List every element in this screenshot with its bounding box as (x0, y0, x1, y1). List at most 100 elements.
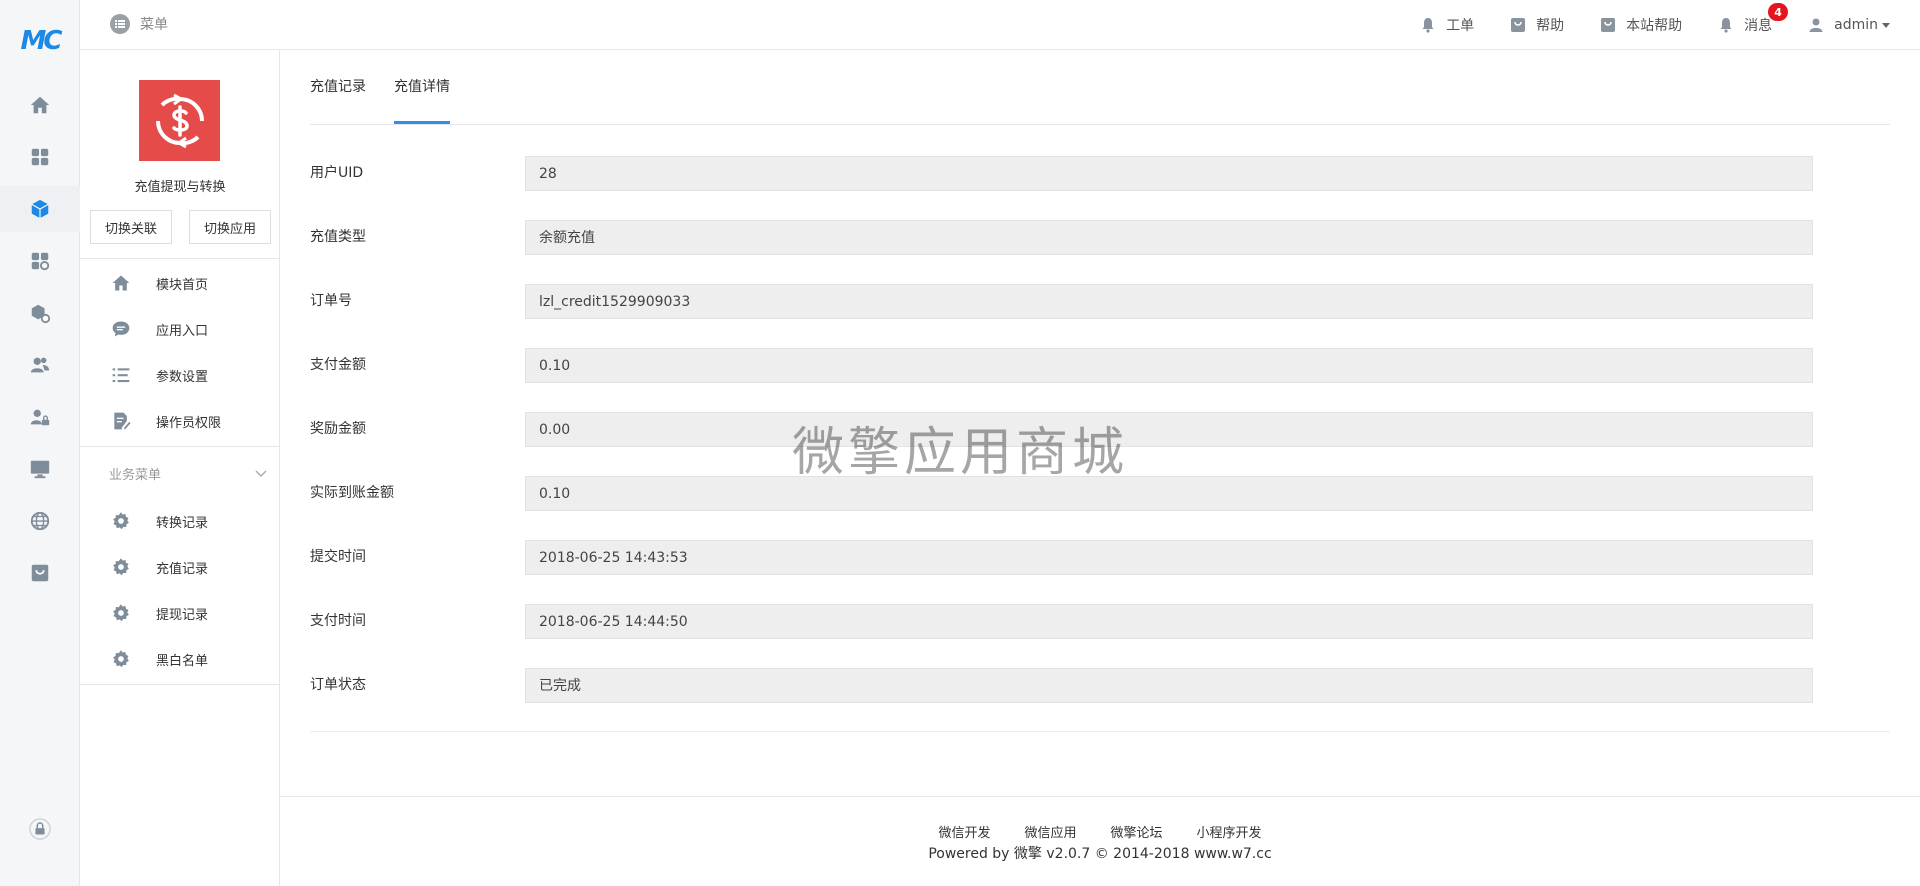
rail-home[interactable] (0, 82, 80, 128)
user-menu[interactable]: admin (1808, 17, 1890, 33)
main-content: 充值记录 充值详情 用户UID 28 充值类型 余额充值 订单号 lzl_cre… (280, 50, 1920, 886)
home-icon (30, 96, 50, 114)
field-payment-amount: 支付金额 0.10 (310, 348, 1840, 383)
home-icon (110, 272, 132, 294)
icon-rail: MC (0, 0, 80, 886)
form-divider (310, 731, 1890, 732)
nav-ticket-label: 工单 (1446, 18, 1475, 34)
rail-apps-settings[interactable] (0, 238, 80, 284)
rail-modules[interactable] (0, 186, 80, 232)
nav-help[interactable]: 帮助 (1510, 15, 1564, 35)
field-value: 已完成 (525, 668, 1813, 703)
sidebar-item-module-home[interactable]: 模块首页 (80, 260, 280, 306)
app-name: 充值提现与转换 (134, 180, 226, 195)
switch-app-button[interactable]: 切换应用 (189, 210, 271, 244)
nav-messages-label: 消息 (1744, 18, 1773, 34)
rail-cube-settings[interactable] (0, 290, 80, 336)
footer-links: 微信开发 微信应用 微擎论坛 小程序开发 (280, 822, 1920, 841)
rail-system[interactable] (0, 446, 80, 492)
nav-ticket[interactable]: 工单 (1420, 15, 1474, 35)
sidebar-item-app-entry[interactable]: 应用入口 (80, 306, 280, 352)
field-recharge-type: 充值类型 余额充值 (310, 220, 1840, 255)
sidebar-item-convert-records[interactable]: 转换记录 (80, 498, 280, 544)
cube-settings-icon (31, 304, 51, 324)
field-label: 订单号 (310, 293, 352, 309)
rail-store[interactable] (0, 550, 80, 596)
tab-recharge-details[interactable]: 充值详情 (394, 49, 450, 124)
tab-recharge-records[interactable]: 充值记录 (310, 49, 366, 124)
field-label: 用户UID (310, 165, 364, 181)
nav-messages[interactable]: 消息 4 (1718, 3, 1789, 35)
field-value: lzl_credit1529909033 (525, 284, 1813, 319)
field-label: 提交时间 (310, 549, 366, 565)
rail-site[interactable] (0, 498, 80, 544)
sidebar-item-settings[interactable]: 参数设置 (80, 352, 280, 398)
top-bar: 菜单 工单 帮助 本站帮助 消息 4 admin (80, 0, 1920, 50)
switch-link-button[interactable]: 切换关联 (90, 210, 172, 244)
section-title: 业务菜单 (109, 467, 162, 483)
sidebar-item-label: 充值记录 (156, 561, 209, 577)
shop-icon (31, 564, 49, 582)
field-value: 2018-06-25 14:43:53 (525, 540, 1813, 575)
field-order-status: 订单状态 已完成 (310, 668, 1840, 703)
field-label: 支付金额 (310, 357, 366, 373)
lock-icon (29, 818, 51, 840)
field-value: 28 (525, 156, 1813, 191)
gear-icon (110, 556, 132, 578)
users-icon (30, 357, 50, 373)
sidebar-item-recharge-records[interactable]: 充值记录 (80, 544, 280, 590)
field-label: 订单状态 (310, 677, 366, 693)
nav-site-help[interactable]: 本站帮助 (1600, 15, 1682, 35)
module-sidebar: 充值提现与转换 切换关联 切换应用 模块首页 应用入口 参数设置 操作员权限 业… (80, 50, 280, 886)
footer-link-forum[interactable]: 微擎论坛 (1111, 822, 1163, 841)
sidebar-item-withdraw-records[interactable]: 提现记录 (80, 590, 280, 636)
business-menu-header[interactable]: 业务菜单 (80, 448, 280, 498)
nav-help-label: 帮助 (1536, 18, 1565, 34)
module-cube-icon (31, 199, 49, 219)
sidebar-item-label: 应用入口 (156, 323, 209, 339)
user-icon (1809, 18, 1823, 32)
menu-toggle-button[interactable]: 菜单 (110, 14, 168, 34)
sidebar-divider (80, 446, 280, 447)
field-label: 实际到账金额 (310, 485, 394, 501)
bell-icon (1422, 18, 1434, 33)
sidebar-item-label: 提现记录 (156, 607, 209, 623)
sidebar-item-label: 参数设置 (156, 369, 209, 385)
gear-icon (110, 602, 132, 624)
sidebar-item-blacklist[interactable]: 黑白名单 (80, 636, 280, 682)
rail-lock[interactable] (0, 806, 80, 852)
chevron-down-icon (1882, 22, 1890, 28)
document-edit-icon (110, 410, 132, 432)
footer-link-miniprogram[interactable]: 小程序开发 (1197, 822, 1262, 841)
field-bonus-amount: 奖励金额 0.00 (310, 412, 1840, 447)
field-label: 奖励金额 (310, 421, 366, 437)
currency-exchange-icon (155, 93, 204, 148)
apps-settings-icon (31, 252, 50, 271)
rail-user-permission[interactable] (0, 394, 80, 440)
menu-list-icon (110, 14, 130, 34)
bell-icon (1720, 18, 1732, 33)
gear-icon (110, 648, 132, 670)
user-name: admin (1834, 17, 1878, 33)
sidebar-item-permissions[interactable]: 操作员权限 (80, 398, 280, 444)
field-label: 支付时间 (310, 613, 366, 629)
field-actual-amount: 实际到账金额 0.10 (310, 476, 1840, 511)
shop-bag-icon (1511, 18, 1526, 32)
field-order-number: 订单号 lzl_credit1529909033 (310, 284, 1840, 319)
field-value: 0.10 (525, 348, 1813, 383)
rail-apps[interactable] (0, 134, 80, 180)
globe-icon (30, 511, 50, 531)
rail-users[interactable] (0, 342, 80, 388)
sidebar-item-label: 模块首页 (156, 277, 209, 293)
user-lock-icon (30, 409, 50, 426)
apps-grid-icon (31, 148, 49, 166)
footer-link-wechat-dev[interactable]: 微信开发 (938, 822, 990, 841)
menu-label: 菜单 (140, 17, 168, 33)
tab-bar: 充值记录 充值详情 (310, 50, 1890, 125)
sidebar-item-label: 操作员权限 (156, 415, 222, 431)
brand-logo[interactable]: MC (14, 26, 66, 56)
sidebar-divider (80, 684, 280, 685)
footer-link-wechat-apps[interactable]: 微信应用 (1024, 822, 1076, 841)
sidebar-item-label: 转换记录 (156, 515, 209, 531)
app-logo (139, 80, 220, 161)
